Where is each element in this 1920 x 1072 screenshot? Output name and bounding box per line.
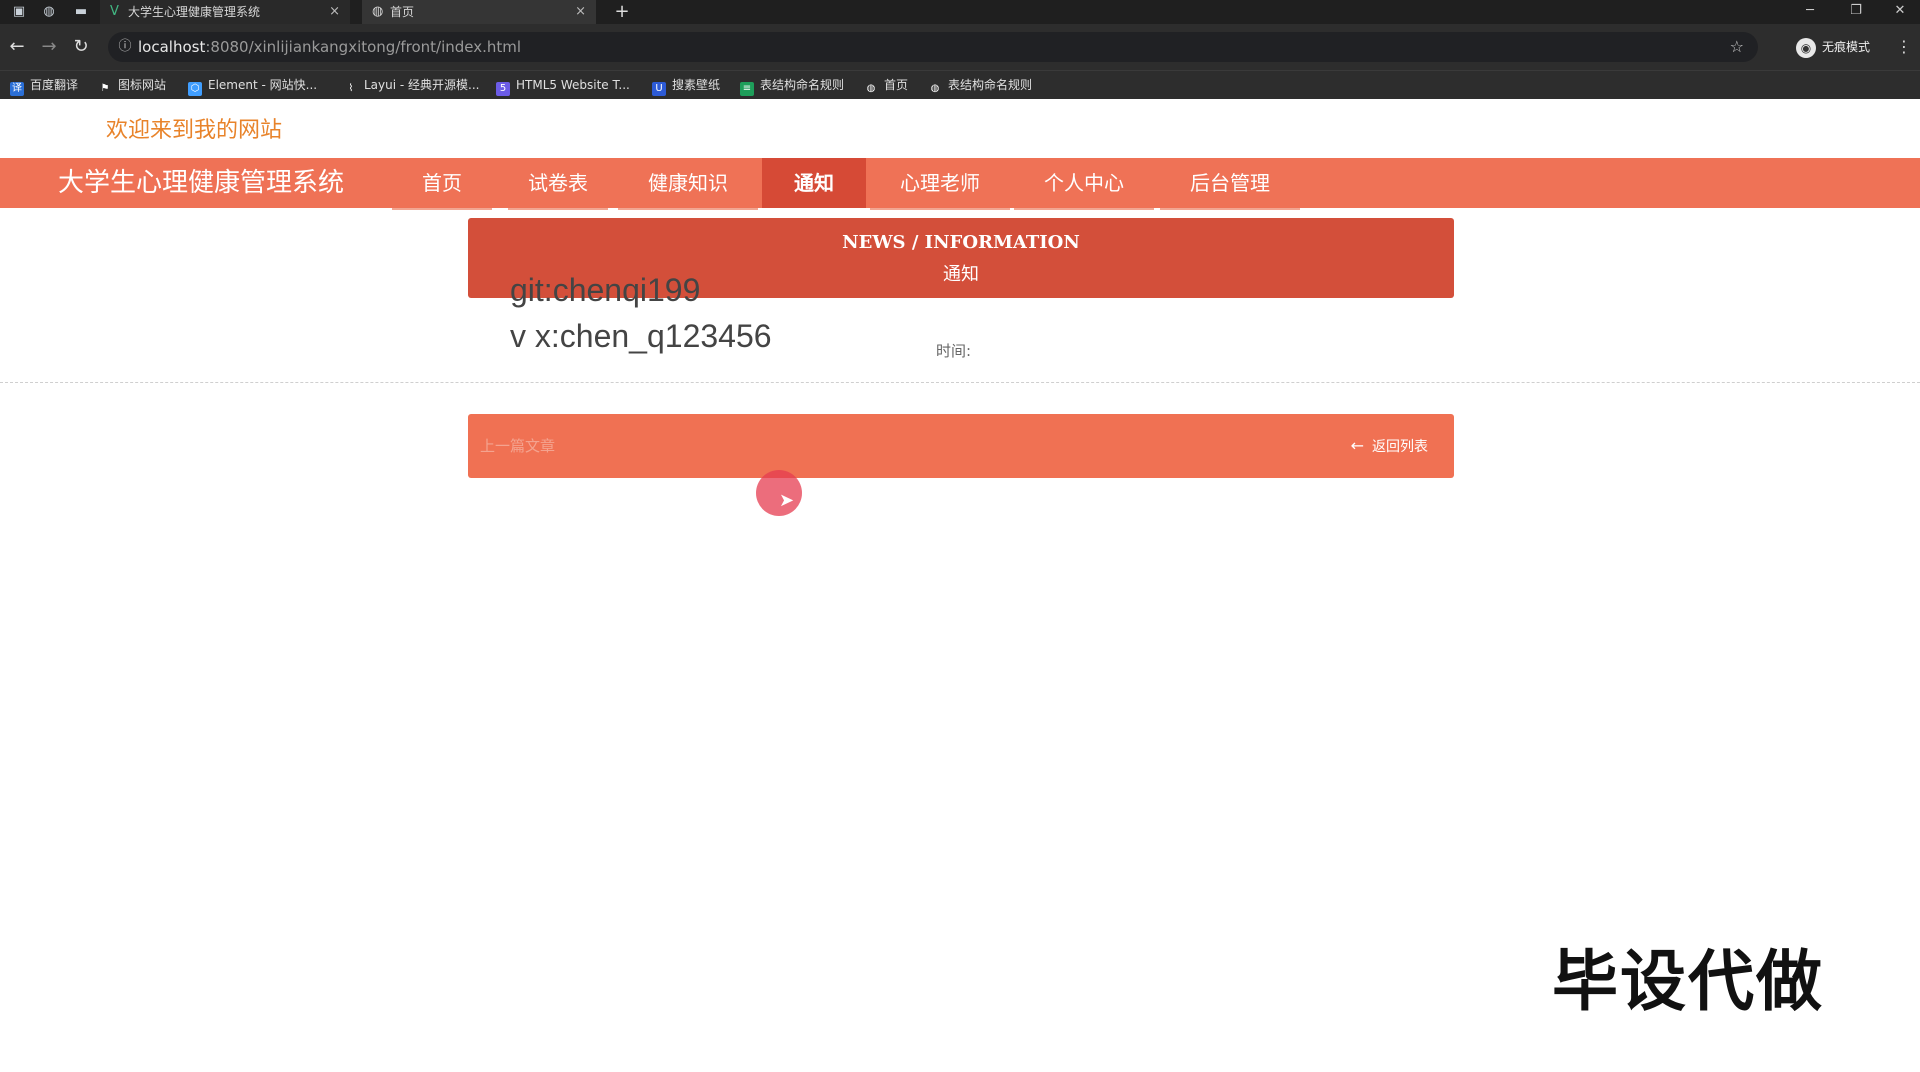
nav-exam[interactable]: 试卷表 (508, 158, 608, 210)
watermark-text: 毕设代做 (1552, 943, 1824, 1020)
globe-icon: ◍ (866, 83, 876, 94)
url-field[interactable]: ⓘ localhost:8080/xinlijiankangxitong/fro… (108, 32, 1758, 62)
browser-tab-strip: ▣ ◍ ▬ V 大学生心理健康管理系统 × ◍ 首页 × + ─ ❐ ✕ (0, 0, 1920, 24)
flag-icon: ⚑ (100, 83, 110, 94)
bookmark-item[interactable]: ≡ 表结构命名规则 (740, 77, 844, 96)
window-close-button[interactable]: ✕ (1880, 0, 1920, 24)
article-nav-bar: 上一篇文章 ← 返回列表 (468, 414, 1454, 478)
info-icon[interactable]: ⓘ (116, 32, 134, 62)
bookmark-item[interactable]: ◍ 首页 (864, 77, 908, 96)
minimize-button[interactable]: ─ (1790, 0, 1830, 24)
main-nav: 大学生心理健康管理系统 首页 试卷表 健康知识 通知 心理老师 个人中心 后台管… (0, 158, 1920, 210)
bilibili-icon[interactable]: ▣ (10, 3, 28, 21)
overlay-wx-text: v x:chen_q123456 (510, 318, 772, 354)
bookmark-item[interactable]: ⌇ Layui - 经典开源模... (344, 77, 480, 96)
address-toolbar: ← → ↻ ⓘ localhost:8080/xinlijiankangxito… (0, 24, 1920, 70)
close-icon[interactable]: × (575, 0, 586, 24)
wallpaper-icon: U (652, 82, 666, 96)
welcome-text: 欢迎来到我的网站 (106, 118, 283, 143)
nav-counselor[interactable]: 心理老师 (870, 158, 1010, 210)
nav-admin[interactable]: 后台管理 (1160, 158, 1300, 210)
profile-label: 无痕模式 (1822, 40, 1871, 54)
tab-home[interactable]: ◍ 首页 × (362, 0, 596, 24)
prev-article-link[interactable]: 上一篇文章 (480, 414, 555, 478)
restore-button[interactable]: ❐ (1836, 0, 1876, 24)
layui-icon: ⌇ (348, 83, 354, 94)
tab-title: 大学生心理健康管理系统 (128, 5, 261, 19)
reload-icon[interactable]: ↻ (70, 36, 92, 58)
element-icon: ⬡ (188, 82, 202, 96)
html5-icon: 5 (496, 82, 510, 96)
forward-icon[interactable]: → (38, 36, 60, 58)
bookmark-item[interactable]: 译百度翻译 (10, 77, 78, 96)
arrow-left-icon: ← (1350, 436, 1364, 455)
nav-home[interactable]: 首页 (392, 158, 492, 210)
bookmark-item[interactable]: ⬡ Element - 网站快... (188, 77, 317, 96)
translate-icon: 译 (10, 82, 24, 96)
bookmark-star-icon[interactable]: ☆ (1730, 32, 1744, 62)
nav-notice[interactable]: 通知 (762, 158, 866, 208)
bookmark-item[interactable]: ◍ 表结构命名规则 (928, 77, 1032, 96)
url-text: localhost:8080/xinlijiankangxitong/front… (138, 38, 522, 56)
bookmarks-bar: 译百度翻译 ⚑ 图标网站 ⬡ Element - 网站快... ⌇ Layui - 经… (0, 70, 1920, 99)
nav-health-knowledge[interactable]: 健康知识 (618, 158, 758, 210)
new-tab-button[interactable]: + (612, 0, 632, 24)
incognito-profile[interactable]: ◉ 无痕模式 (1796, 36, 1870, 58)
content-divider (0, 382, 1920, 383)
globe-icon[interactable]: ◍ (40, 3, 58, 21)
site-brand[interactable]: 大学生心理健康管理系统 (58, 158, 344, 208)
mouse-cursor-icon: ➤ (779, 490, 795, 511)
sheet-icon: ≡ (740, 82, 754, 96)
tab-system[interactable]: V 大学生心理健康管理系统 × (100, 0, 350, 24)
window-icon[interactable]: ▬ (72, 3, 90, 21)
bookmark-item[interactable]: U 搜素壁纸 (652, 77, 720, 96)
bookmark-item[interactable]: 5 HTML5 Website T... (496, 77, 630, 96)
bookmark-item[interactable]: ⚑ 图标网站 (98, 77, 167, 96)
back-icon[interactable]: ← (6, 36, 28, 58)
close-icon[interactable]: × (329, 0, 340, 24)
globe-icon: ◍ (930, 83, 940, 94)
browser-menu-icon[interactable]: ⋮ (1896, 36, 1912, 58)
article-time-label: 时间: (936, 342, 972, 360)
banner-title-en: NEWS / INFORMATION (842, 232, 1080, 253)
vue-icon: V (110, 4, 119, 19)
globe-icon: ◍ (372, 4, 384, 19)
incognito-icon: ◉ (1796, 37, 1816, 58)
nav-personal-center[interactable]: 个人中心 (1014, 158, 1154, 210)
back-to-list-link[interactable]: ← 返回列表 (1351, 414, 1428, 479)
overlay-git-text: git:chenqi199 (510, 272, 701, 308)
tab-title: 首页 (390, 5, 415, 19)
